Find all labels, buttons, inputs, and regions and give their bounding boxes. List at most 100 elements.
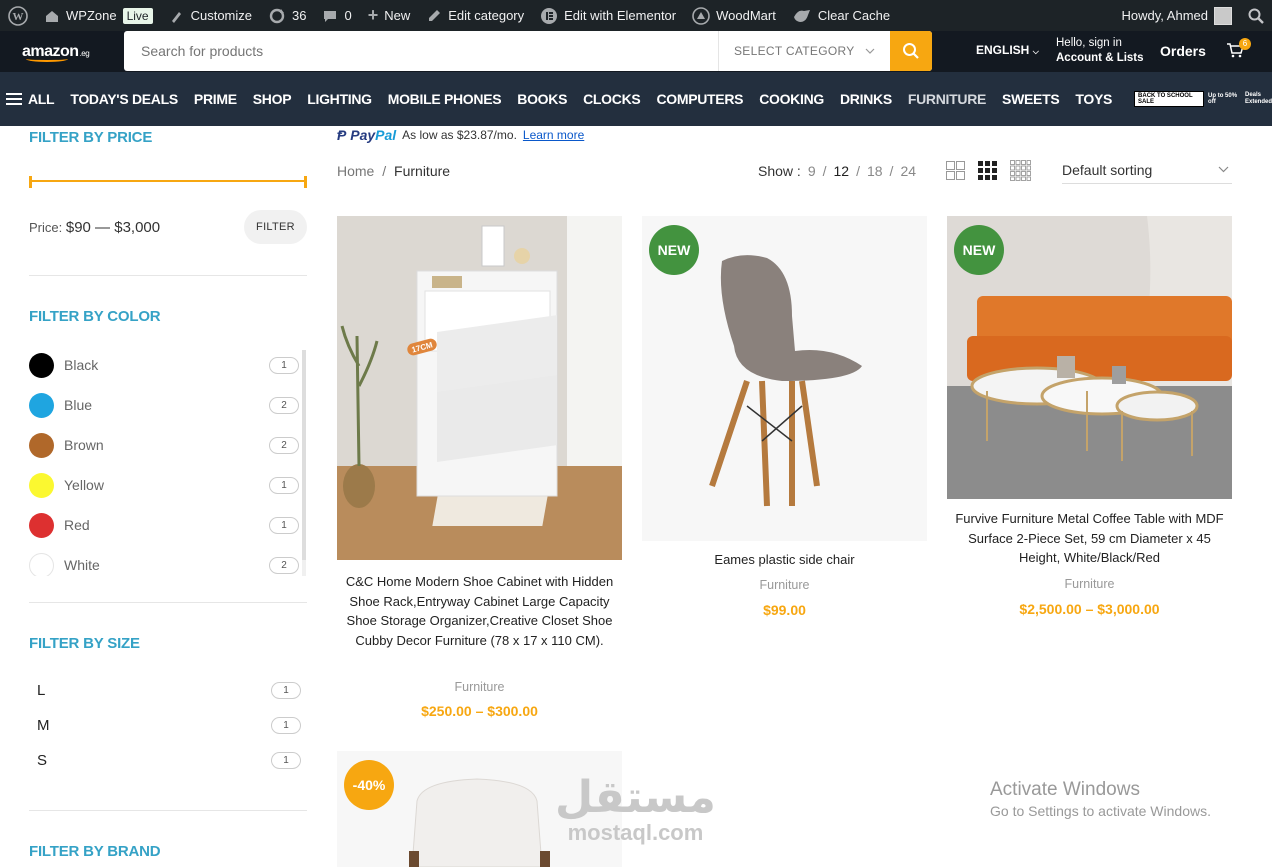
price-range-label: Price: $90 — $3,000 — [29, 219, 160, 236]
product-title[interactable]: Furvive Furniture Metal Coffee Table wit… — [947, 509, 1232, 568]
nav-books[interactable]: BOOKS — [509, 91, 575, 107]
color-filter-blue[interactable]: Blue 2 — [29, 392, 299, 418]
promo-label: BACK TO SCHOOL SALE — [1134, 91, 1205, 107]
woodmart-label: WoodMart — [716, 8, 776, 23]
elementor-link[interactable]: Edit with Elementor — [532, 0, 684, 31]
color-filter-white[interactable]: White 2 — [29, 552, 299, 576]
size-filter-m[interactable]: M 1 — [37, 715, 301, 735]
color-swatch — [29, 432, 54, 458]
color-filter-red[interactable]: Red 1 — [29, 512, 299, 538]
comments-link[interactable]: 0 — [314, 0, 359, 31]
color-filter-black[interactable]: Black 1 — [29, 352, 299, 378]
my-account-link[interactable]: Howdy, Ahmed — [1114, 0, 1240, 31]
nav-clocks[interactable]: CLOCKS — [575, 91, 648, 107]
cheetah-icon — [793, 9, 810, 22]
plus-icon: + — [367, 5, 379, 25]
per-page-separator: / — [889, 163, 894, 179]
customize-label: Customize — [190, 8, 253, 23]
nav-computers[interactable]: COMPUTERS — [648, 91, 751, 107]
per-page-option-12[interactable]: 12 — [834, 163, 850, 179]
search-button[interactable] — [890, 31, 932, 71]
grid-3-icon[interactable] — [978, 161, 997, 180]
activate-windows-notice: Activate Windows Go to Settings to activ… — [990, 779, 1211, 819]
per-page-option-18[interactable]: 18 — [867, 163, 883, 179]
color-count: 2 — [269, 396, 299, 414]
updates-link[interactable]: 36 — [260, 0, 314, 31]
product-image[interactable]: 17CM — [337, 216, 622, 560]
main-navigation: ALL TODAY'S DEALS PRIME SHOP LIGHTING MO… — [0, 72, 1272, 126]
price-filter-title: FILTER BY PRICE — [29, 129, 153, 146]
nav-todays-deals[interactable]: TODAY'S DEALS — [62, 91, 186, 107]
product-image[interactable]: NEW — [947, 216, 1232, 499]
color-name: Red — [64, 517, 90, 533]
grid-4-icon[interactable] — [1010, 160, 1031, 181]
filter-sidebar: FILTER BY PRICE Price: $90 — $3,000 FILT… — [29, 126, 307, 867]
cart-button[interactable]: 6 — [1226, 38, 1251, 63]
admin-site-name[interactable]: WPZone Live — [36, 0, 161, 31]
nav-cooking[interactable]: COOKING — [751, 91, 832, 107]
nav-shop[interactable]: SHOP — [245, 91, 299, 107]
sorting-select[interactable]: Default sorting — [1062, 156, 1232, 184]
account-link[interactable]: Hello, sign in Account & Lists — [1056, 36, 1144, 66]
per-page-option-9[interactable]: 9 — [808, 163, 816, 179]
language-switcher[interactable]: ENGLISH ⌵ — [976, 43, 1039, 57]
color-name: Blue — [64, 397, 93, 413]
promo-extra: Deals Extended — [1245, 92, 1272, 106]
product-title[interactable]: C&C Home Modern Shoe Cabinet with Hidden… — [337, 572, 622, 650]
woodmart-link[interactable]: WoodMart — [684, 0, 784, 31]
edit-category-link[interactable]: Edit category — [418, 0, 532, 31]
new-badge: NEW — [954, 225, 1004, 275]
product-title[interactable]: Eames plastic side chair — [642, 550, 927, 570]
size-filter-s[interactable]: S 1 — [37, 750, 301, 770]
orders-link[interactable]: Orders — [1160, 43, 1206, 59]
promo-extra-line-1: Deals — [1244, 92, 1261, 98]
price-slider-bar — [29, 180, 307, 182]
price-slider-min-handle[interactable] — [29, 176, 32, 188]
paypal-learn-more-link[interactable]: Learn more — [523, 128, 584, 142]
nav-drinks[interactable]: DRINKS — [832, 91, 900, 107]
search-icon — [903, 43, 919, 59]
color-name: White — [64, 557, 100, 573]
per-page-option-24[interactable]: 24 — [900, 163, 916, 179]
nav-furniture[interactable]: FURNITURE — [900, 91, 994, 107]
product-category[interactable]: Furniture — [337, 680, 622, 694]
category-select[interactable]: SELECT CATEGORY — [718, 31, 890, 71]
breadcrumb-home[interactable]: Home — [337, 163, 374, 179]
nav-lighting[interactable]: LIGHTING — [299, 91, 379, 107]
clear-cache-link[interactable]: Clear Cache — [784, 0, 898, 31]
wp-admin-bar: W WPZone Live Customize 36 0 + New Edit … — [0, 0, 1272, 31]
price-slider-max-handle[interactable] — [304, 176, 307, 188]
watermark-arabic: مستقل — [555, 773, 716, 822]
wordpress-logo-icon[interactable]: W — [0, 0, 36, 31]
price-slider[interactable] — [29, 176, 307, 188]
color-filter-brown[interactable]: Brown 2 — [29, 432, 299, 458]
new-content-link[interactable]: + New — [360, 0, 419, 31]
search-form: SELECT CATEGORY — [124, 31, 932, 71]
nav-prime[interactable]: PRIME — [186, 91, 245, 107]
nav-mobile-phones[interactable]: MOBILE PHONES — [380, 91, 510, 107]
nav-all-menu[interactable]: ALL — [0, 91, 62, 107]
color-list-scroll-thumb[interactable] — [302, 350, 306, 560]
amazon-logo[interactable]: amazon .eg — [0, 31, 124, 72]
woodmart-icon — [692, 6, 710, 25]
color-filter-yellow[interactable]: Yellow 1 — [29, 472, 299, 498]
admin-search-icon[interactable] — [1240, 0, 1272, 31]
filter-button[interactable]: FILTER — [244, 210, 307, 244]
product-category[interactable]: Furniture — [947, 577, 1232, 591]
grid-2-icon[interactable] — [946, 161, 965, 180]
customize-link[interactable]: Customize — [161, 0, 260, 31]
color-filter-title: FILTER BY COLOR — [29, 308, 161, 325]
new-label: New — [384, 8, 411, 23]
size-filter-l[interactable]: L 1 — [37, 680, 301, 700]
paypal-brand-1: Pay — [350, 127, 376, 143]
nav-toys[interactable]: TOYS — [1067, 91, 1120, 107]
nav-sweets[interactable]: SWEETS — [994, 91, 1067, 107]
search-input[interactable] — [124, 31, 718, 71]
nav-all-label: ALL — [28, 91, 55, 107]
account-line-1: Hello, sign in — [1056, 37, 1122, 49]
chevron-down-icon — [1218, 166, 1229, 173]
divider — [29, 602, 307, 603]
product-image[interactable]: NEW — [642, 216, 927, 541]
product-category[interactable]: Furniture — [642, 578, 927, 592]
promo-banner[interactable]: BACK TO SCHOOL SALE Up to 50% off Deals … — [1134, 91, 1272, 107]
